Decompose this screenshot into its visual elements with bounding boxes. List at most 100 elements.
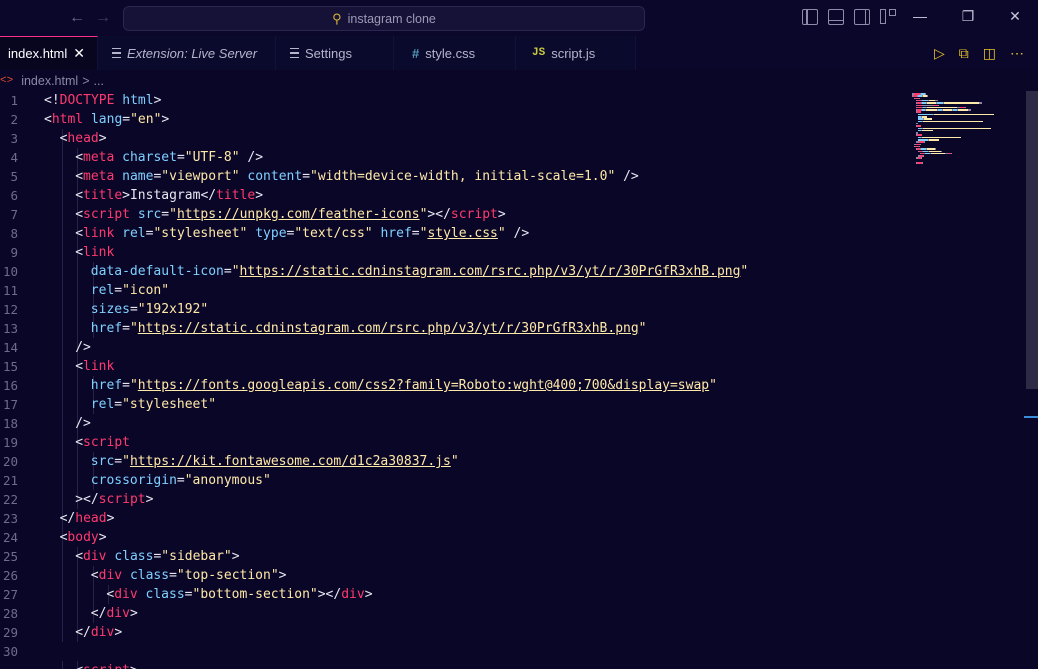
code-line[interactable]: 13 href="https://static.cdninstagram.com/…	[0, 319, 910, 338]
tab-style-css[interactable]: # style.css	[394, 36, 516, 70]
code-token-punc: =	[411, 226, 420, 241]
code-token-link[interactable]: https://fonts.googleapis.com/css2?family…	[138, 378, 709, 393]
code-line[interactable]: 3 <head>	[0, 129, 910, 148]
code-line[interactable]: 4 <meta charset="UTF-8" />	[0, 148, 910, 167]
more-actions-icon[interactable]: ⋯	[1010, 45, 1024, 62]
code-text: rel="stylesheet"	[91, 395, 216, 414]
minimap-token	[927, 95, 928, 97]
breadcrumb-file[interactable]: index.html	[21, 74, 78, 88]
code-line[interactable]: 9 <link	[0, 243, 910, 262]
line-number: 1	[10, 93, 18, 108]
minimize-icon[interactable]: —	[910, 8, 930, 24]
code-line[interactable]: 19 <script	[0, 433, 910, 452]
code-line[interactable]: 22 ></script>	[0, 490, 910, 509]
code-line[interactable]: 17 rel="stylesheet"	[0, 395, 910, 414]
code-token-punc: >	[497, 207, 506, 222]
tab-settings[interactable]: Settings	[276, 36, 394, 70]
code-line[interactable]: 10 data-default-icon="https://static.cdni…	[0, 262, 910, 281]
split-editor-icon[interactable]: ◫	[983, 45, 996, 62]
code-token-str: "	[129, 321, 138, 336]
indent-guide	[61, 338, 63, 357]
code-line[interactable]: 6 <title>Instagram</title>	[0, 186, 910, 205]
code-line[interactable]: 25 <div class="sidebar">	[0, 547, 910, 566]
code-token-link[interactable]: https://static.cdninstagram.com/rsrc.php…	[240, 264, 741, 279]
close-window-icon[interactable]: ✕	[1005, 8, 1025, 25]
code-editor[interactable]: 1 <!DOCTYPE html> 2 <html lang="en"> 3 <head>…	[0, 91, 910, 669]
minimap-token	[943, 109, 952, 111]
code-line[interactable]: 18 />	[0, 414, 910, 433]
indent-guide	[77, 300, 79, 319]
code-line[interactable]: 23 </head>	[0, 509, 910, 528]
tab-script-js[interactable]: JS script.js	[516, 36, 636, 70]
code-token-punc: =	[114, 454, 123, 469]
minimap-token	[922, 162, 923, 164]
code-token-punc: <	[75, 663, 83, 669]
code-token-attr: src	[90, 454, 115, 469]
code-line[interactable]: 16 href="https://fonts.googleapis.com/css…	[0, 376, 910, 395]
toggle-panel-icon[interactable]	[828, 9, 844, 25]
customize-layout-icon[interactable]	[880, 9, 896, 25]
indent-guide	[77, 604, 79, 623]
code-token-link[interactable]: https://unpkg.com/feather-icons	[177, 207, 420, 222]
tab-extension-live-server[interactable]: Extension: Live Server	[98, 36, 276, 70]
scrollbar-thumb[interactable]	[1026, 91, 1038, 389]
indent-guide	[61, 623, 63, 642]
forward-arrow-icon[interactable]: →	[92, 8, 114, 28]
back-arrow-icon[interactable]: ←	[66, 8, 88, 28]
code-line[interactable]: 11 rel="icon"	[0, 281, 910, 300]
code-token-str: "	[497, 226, 506, 241]
code-token-punc: =	[122, 112, 131, 127]
toggle-primary-sidebar-icon[interactable]	[802, 9, 818, 25]
code-line[interactable]: 26 <div class="top-section">	[0, 566, 910, 585]
line-number: 9	[10, 245, 18, 260]
code-token-link[interactable]: https://kit.fontawesome.com/d1c2a30837.j…	[130, 454, 451, 469]
code-token-tag: DOCTYPE	[59, 93, 115, 108]
code-token-punc: <	[75, 207, 84, 222]
code-text: <!DOCTYPE html>	[44, 91, 161, 110]
code-token-punc	[114, 226, 122, 241]
code-line[interactable]: 24 <body>	[0, 528, 910, 547]
code-token-attr: rel	[122, 226, 146, 241]
indent-guide	[61, 566, 63, 585]
minimap[interactable]	[910, 91, 1020, 171]
code-line[interactable]: 30	[0, 642, 910, 661]
toggle-secondary-sidebar-icon[interactable]	[854, 9, 870, 25]
restore-icon[interactable]: ❐	[958, 8, 978, 25]
code-text: <div class="sidebar">	[75, 547, 239, 566]
code-token-punc: </	[75, 625, 91, 640]
code-line[interactable]: 15 <link	[0, 357, 910, 376]
indent-guide	[61, 433, 63, 452]
code-line[interactable]: 2 <html lang="en">	[0, 110, 910, 129]
code-token-str: "	[709, 378, 717, 393]
code-token-attr: class	[129, 568, 170, 583]
code-line[interactable]: 29 </div>	[0, 623, 910, 642]
tab-index-html[interactable]: index.html ✕	[0, 36, 98, 70]
code-token-attr: name	[122, 169, 154, 184]
code-line[interactable]: 14 />	[0, 338, 910, 357]
code-token-link[interactable]: style.css	[427, 226, 497, 241]
line-number: 27	[2, 587, 18, 602]
close-tab-icon[interactable]: ✕	[73, 45, 85, 62]
minimap-token	[924, 141, 925, 143]
line-number: 25	[2, 549, 18, 564]
code-text: </div>	[91, 604, 138, 623]
code-token-punc: <	[75, 435, 84, 450]
code-line[interactable]: 12 sizes="192x192"	[0, 300, 910, 319]
code-line[interactable]: 20 src="https://kit.fontawesome.com/d1c2a…	[0, 452, 910, 471]
breadcrumb-rest[interactable]: ...	[94, 74, 104, 88]
run-play-icon[interactable]: ▷	[934, 45, 945, 62]
command-center-search[interactable]: ⚲ instagram clone	[123, 6, 645, 31]
code-line[interactable]: 27 <div class="bottom-section"></div>	[0, 585, 910, 604]
minimap-token	[928, 106, 956, 109]
code-line[interactable]: 28 </div>	[0, 604, 910, 623]
code-line[interactable]: 21 crossorigin="anonymous"	[0, 471, 910, 490]
code-line[interactable]: 7 <script src="https://unpkg.com/feather-…	[0, 205, 910, 224]
code-token-str: "icon"	[122, 283, 170, 298]
code-line[interactable]: <script>	[0, 661, 910, 669]
code-line[interactable]: 8 <link rel="stylesheet" type="text/css" …	[0, 224, 910, 243]
open-preview-icon[interactable]: ⧉	[959, 45, 969, 62]
code-token-link[interactable]: https://static.cdninstagram.com/rsrc.php…	[138, 321, 639, 336]
indent-guide	[61, 661, 63, 669]
code-line[interactable]: 5 <meta name="viewport" content="width=de…	[0, 167, 910, 186]
code-line[interactable]: 1 <!DOCTYPE html>	[0, 91, 910, 110]
